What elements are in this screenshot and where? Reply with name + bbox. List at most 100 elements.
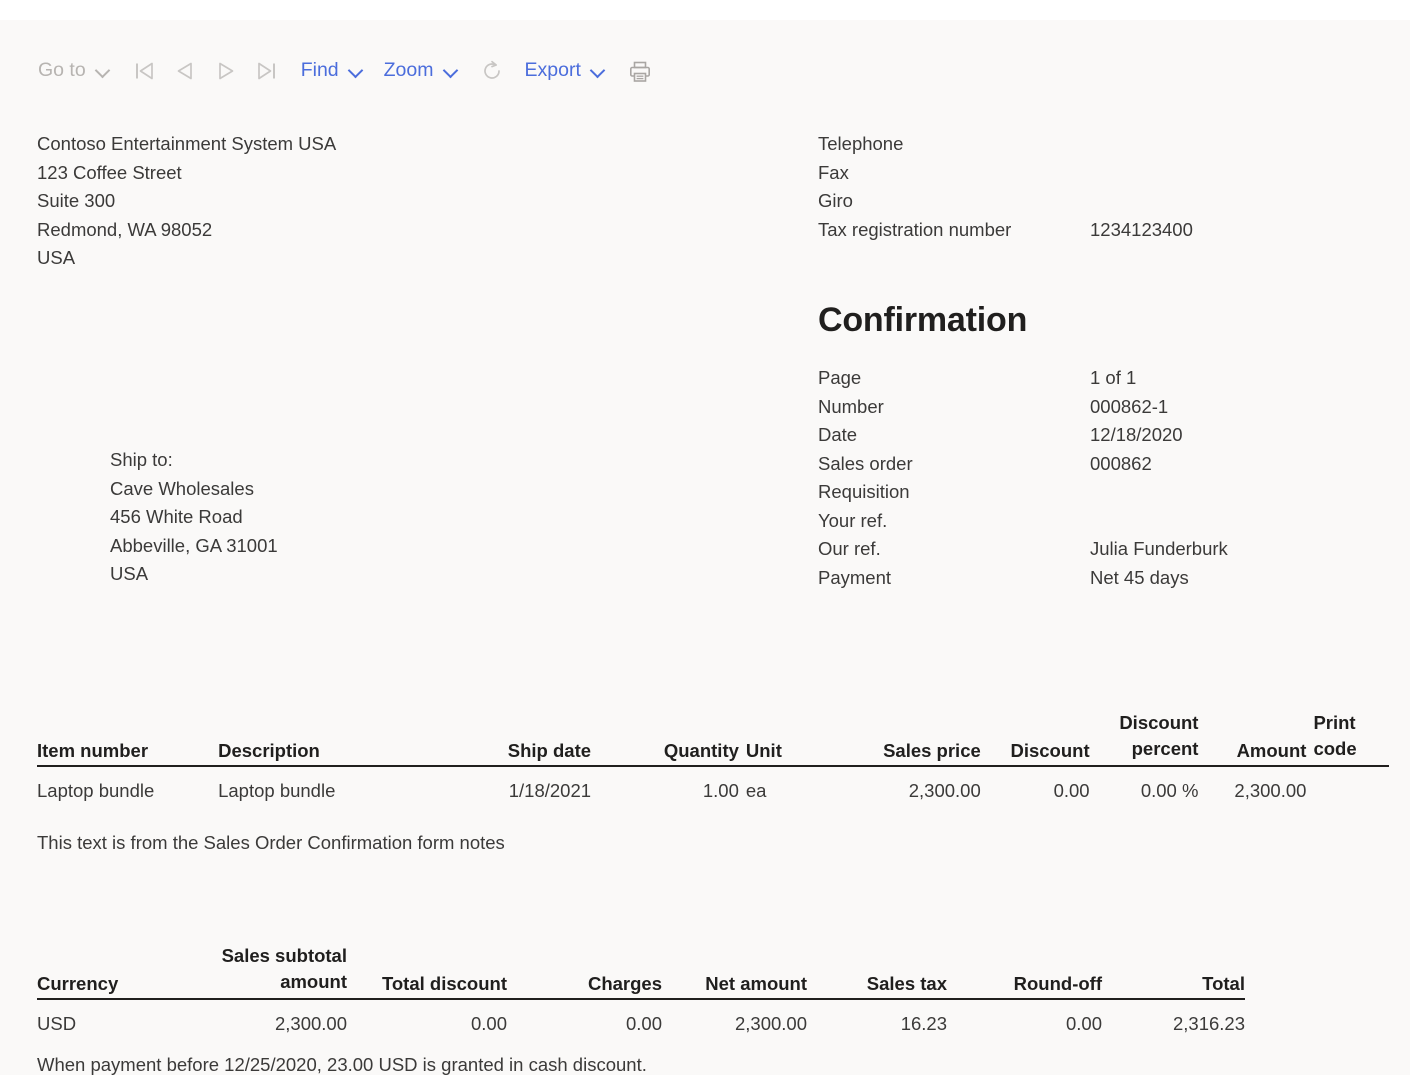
col-net-amount: Net amount (662, 943, 807, 999)
report-toolbar: Go to Find (0, 48, 1410, 94)
contact-label-telephone: Telephone (818, 130, 1090, 159)
col-description: Description (218, 710, 469, 766)
cell-amount: 2,300.00 (1198, 766, 1306, 808)
report-viewer-page: Go to Find (0, 20, 1410, 1075)
col-discount-percent: Discount percent (1090, 710, 1199, 766)
cash-discount-footnote: When payment before 12/25/2020, 23.00 US… (37, 1054, 647, 1076)
detail-label-date: Date (818, 421, 1090, 450)
cell-total-discount: 0.00 (347, 999, 507, 1041)
previous-page-button[interactable] (171, 58, 201, 84)
company-country: USA (37, 244, 336, 273)
cell-ship-date: 1/18/2021 (469, 766, 591, 808)
cell-round-off: 0.00 (947, 999, 1102, 1041)
cell-charges: 0.00 (507, 999, 662, 1041)
contact-row-fax: Fax (818, 159, 1193, 188)
detail-row-our-ref: Our ref.Julia Funderburk (818, 535, 1228, 564)
chevron-down-icon (348, 63, 364, 79)
export-label: Export (525, 61, 581, 81)
company-name: Contoso Entertainment System USA (37, 130, 336, 159)
ship-to-country: USA (110, 560, 278, 589)
detail-row-requisition: Requisition (818, 478, 1228, 507)
col-discount-percent-line1: Discount (1090, 710, 1199, 736)
page-title: Confirmation (818, 301, 1027, 340)
col-sales-subtotal-amount: Sales subtotal amount (177, 943, 347, 999)
line-items-table: Item number Description Ship date Quanti… (37, 710, 1389, 808)
company-suite: Suite 300 (37, 187, 336, 216)
cell-discount: 0.00 (981, 766, 1090, 808)
col-sales-tax: Sales tax (807, 943, 947, 999)
table-row: USD 2,300.00 0.00 0.00 2,300.00 16.23 0.… (37, 999, 1245, 1041)
last-page-button[interactable] (251, 58, 281, 84)
cell-sales-tax: 16.23 (807, 999, 947, 1041)
contact-label-fax: Fax (818, 159, 1090, 188)
go-to-dropdown[interactable]: Go to (38, 61, 111, 81)
col-ship-date: Ship date (469, 710, 591, 766)
col-total: Total (1102, 943, 1245, 999)
first-page-button[interactable] (131, 58, 161, 84)
print-button[interactable] (626, 58, 656, 84)
cell-discount-percent: 0.00 % (1090, 766, 1199, 808)
zoom-dropdown[interactable]: Zoom (384, 61, 459, 81)
ship-to-heading: Ship to: (110, 446, 278, 475)
company-address-block: Contoso Entertainment System USA 123 Cof… (37, 130, 336, 273)
detail-row-sales-order: Sales order000862 (818, 450, 1228, 479)
col-charges: Charges (507, 943, 662, 999)
cell-description: Laptop bundle (218, 766, 469, 808)
ship-to-city-state-zip: Abbeville, GA 31001 (110, 532, 278, 561)
company-city-state-zip: Redmond, WA 98052 (37, 216, 336, 245)
col-print-code-line1: Print (1313, 710, 1389, 736)
col-currency: Currency (37, 943, 177, 999)
chevron-down-icon (590, 63, 606, 79)
col-discount: Discount (981, 710, 1090, 766)
detail-row-page: Page1 of 1 (818, 364, 1228, 393)
detail-value-payment: Net 45 days (1090, 567, 1189, 588)
ship-to-street: 456 White Road (110, 503, 278, 532)
col-item-number: Item number (37, 710, 218, 766)
contact-info-block: Telephone Fax Giro Tax registration numb… (818, 130, 1193, 244)
detail-value-date: 12/18/2020 (1090, 424, 1183, 445)
contact-label-tax-registration-number: Tax registration number (818, 216, 1090, 245)
totals-table: Currency Sales subtotal amount Total dis… (37, 943, 1245, 1041)
col-unit: Unit (739, 710, 854, 766)
company-street: 123 Coffee Street (37, 159, 336, 188)
go-to-label: Go to (38, 61, 86, 81)
next-page-button[interactable] (211, 58, 241, 84)
col-quantity: Quantity (591, 710, 739, 766)
cell-item-number: Laptop bundle (37, 766, 218, 808)
contact-label-giro: Giro (818, 187, 1090, 216)
table-header-row: Currency Sales subtotal amount Total dis… (37, 943, 1245, 999)
detail-value-sales-order: 000862 (1090, 453, 1152, 474)
detail-label-page: Page (818, 364, 1090, 393)
chevron-down-icon (443, 63, 459, 79)
cell-sales-subtotal-amount: 2,300.00 (177, 999, 347, 1041)
col-print-code-line2: code (1313, 736, 1389, 762)
find-dropdown[interactable]: Find (301, 61, 364, 81)
col-sales-subtotal-line2: amount (177, 969, 347, 995)
detail-row-your-ref: Your ref. (818, 507, 1228, 536)
contact-row-telephone: Telephone (818, 130, 1193, 159)
cell-currency: USD (37, 999, 177, 1041)
cell-print-code (1306, 766, 1389, 808)
export-dropdown[interactable]: Export (525, 61, 606, 81)
detail-label-sales-order: Sales order (818, 450, 1090, 479)
chevron-down-icon (95, 63, 111, 79)
cell-net-amount: 2,300.00 (662, 999, 807, 1041)
col-sales-price: Sales price (854, 710, 981, 766)
cell-quantity: 1.00 (591, 766, 739, 808)
document-details-block: Page1 of 1 Number000862-1 Date12/18/2020… (818, 364, 1228, 592)
zoom-label: Zoom (384, 61, 434, 81)
contact-value-tax-registration-number: 1234123400 (1090, 219, 1193, 240)
detail-label-requisition: Requisition (818, 478, 1090, 507)
table-header-row: Item number Description Ship date Quanti… (37, 710, 1389, 766)
detail-value-page: 1 of 1 (1090, 367, 1136, 388)
detail-label-your-ref: Your ref. (818, 507, 1090, 536)
detail-label-our-ref: Our ref. (818, 535, 1090, 564)
col-amount: Amount (1198, 710, 1306, 766)
detail-label-number: Number (818, 393, 1090, 422)
cell-sales-price: 2,300.00 (854, 766, 981, 808)
detail-value-our-ref: Julia Funderburk (1090, 538, 1228, 559)
col-round-off: Round-off (947, 943, 1102, 999)
detail-row-date: Date12/18/2020 (818, 421, 1228, 450)
refresh-button[interactable] (479, 58, 505, 84)
find-label: Find (301, 61, 339, 81)
